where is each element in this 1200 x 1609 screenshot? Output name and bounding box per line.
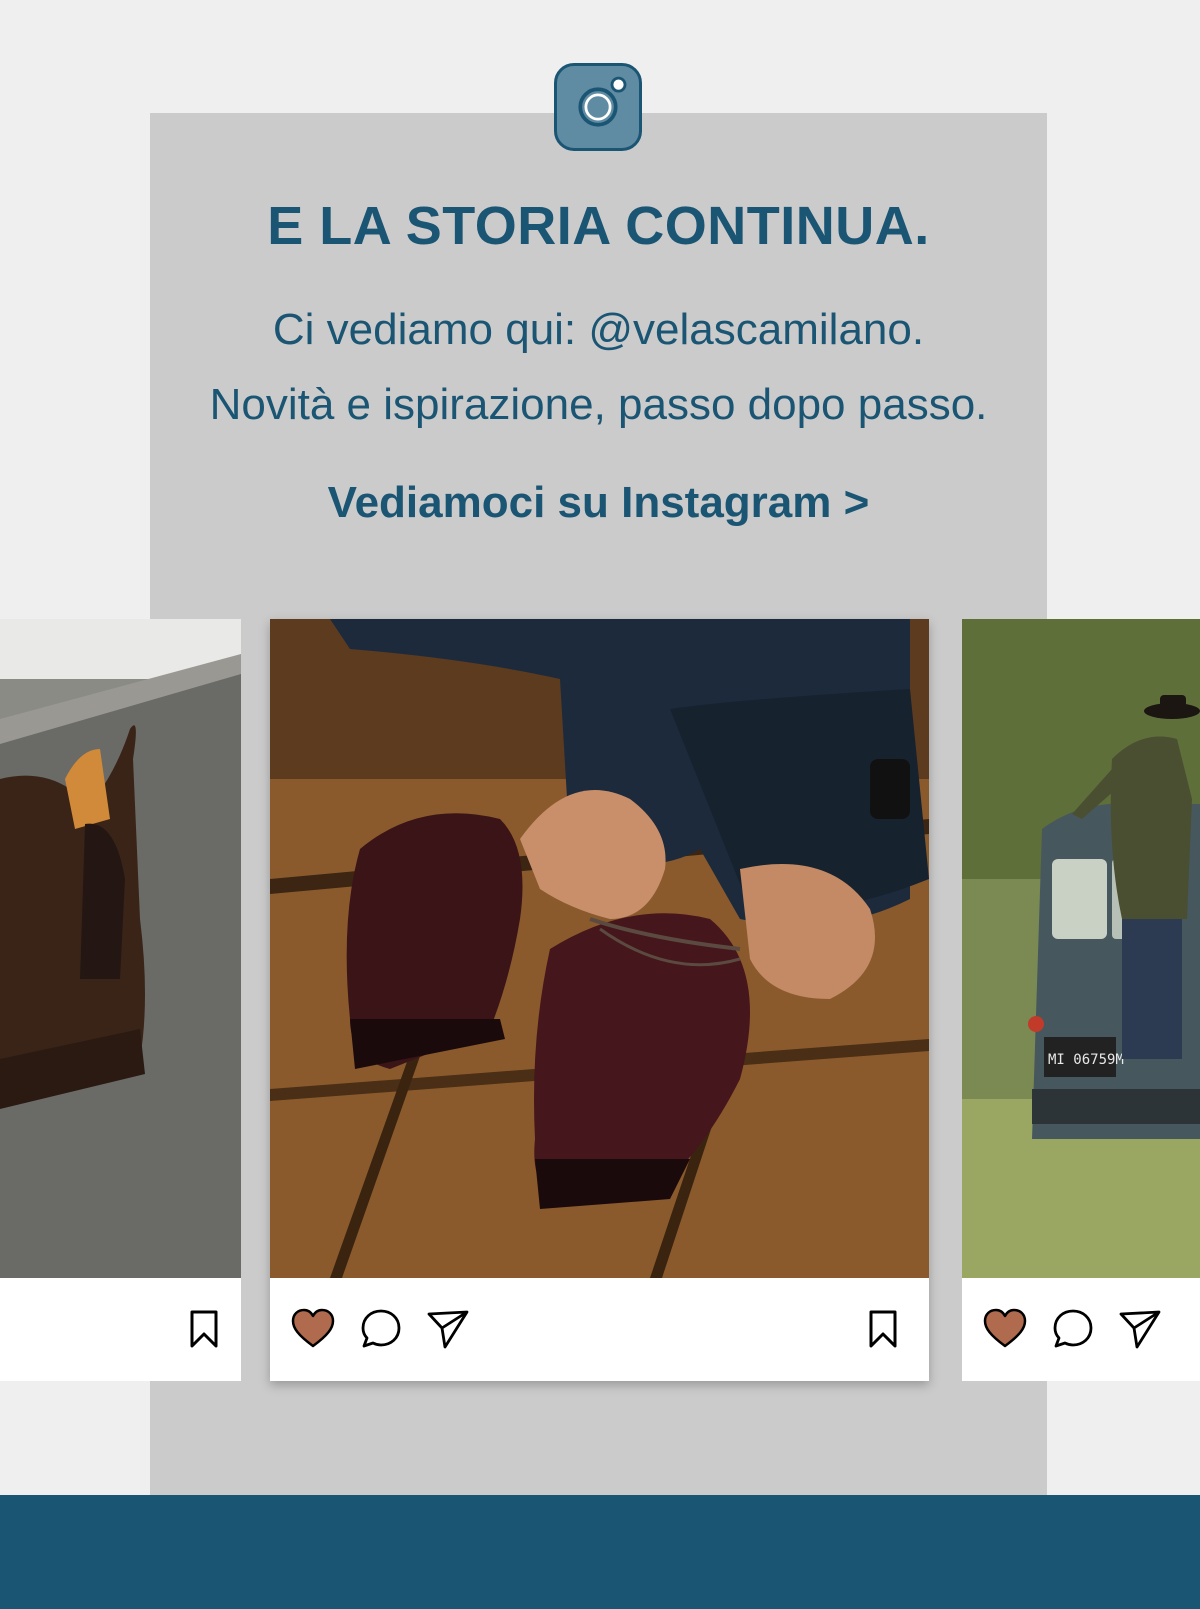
post-action-bar: [270, 1278, 929, 1381]
instagram-icon[interactable]: [554, 63, 642, 151]
send-icon[interactable]: [425, 1306, 471, 1352]
license-plate-text: MI 06759M: [1048, 1052, 1124, 1068]
send-icon[interactable]: [1117, 1306, 1163, 1352]
heart-icon[interactable]: [290, 1306, 336, 1352]
instagram-post-card[interactable]: [270, 619, 929, 1381]
bookmark-icon[interactable]: [860, 1306, 906, 1352]
heart-icon[interactable]: [982, 1306, 1028, 1352]
comment-icon[interactable]: [1050, 1306, 1096, 1352]
bottom-band: [0, 1495, 1200, 1609]
comment-icon[interactable]: [358, 1306, 404, 1352]
section-headline: E LA STORIA CONTINUA.: [267, 196, 930, 256]
post-photo-vintage-vehicle[interactable]: MI 06759M: [962, 619, 1200, 1278]
section-subline-tagline: Novità e ispirazione, passo dopo passo.: [209, 380, 988, 429]
post-photo-chelsea-boot[interactable]: [0, 619, 241, 1278]
section-subline-handle: Ci vediamo qui: @velascamilano.: [272, 305, 925, 354]
instagram-cta-link[interactable]: Vediamoci su Instagram >: [150, 478, 1047, 528]
instagram-post-card[interactable]: MI 06759M: [962, 619, 1200, 1381]
post-action-bar: [0, 1278, 241, 1381]
bookmark-icon[interactable]: [181, 1306, 227, 1352]
instagram-post-card[interactable]: [0, 619, 241, 1381]
post-photo-brogues[interactable]: [270, 619, 929, 1278]
post-action-bar: [962, 1278, 1200, 1381]
